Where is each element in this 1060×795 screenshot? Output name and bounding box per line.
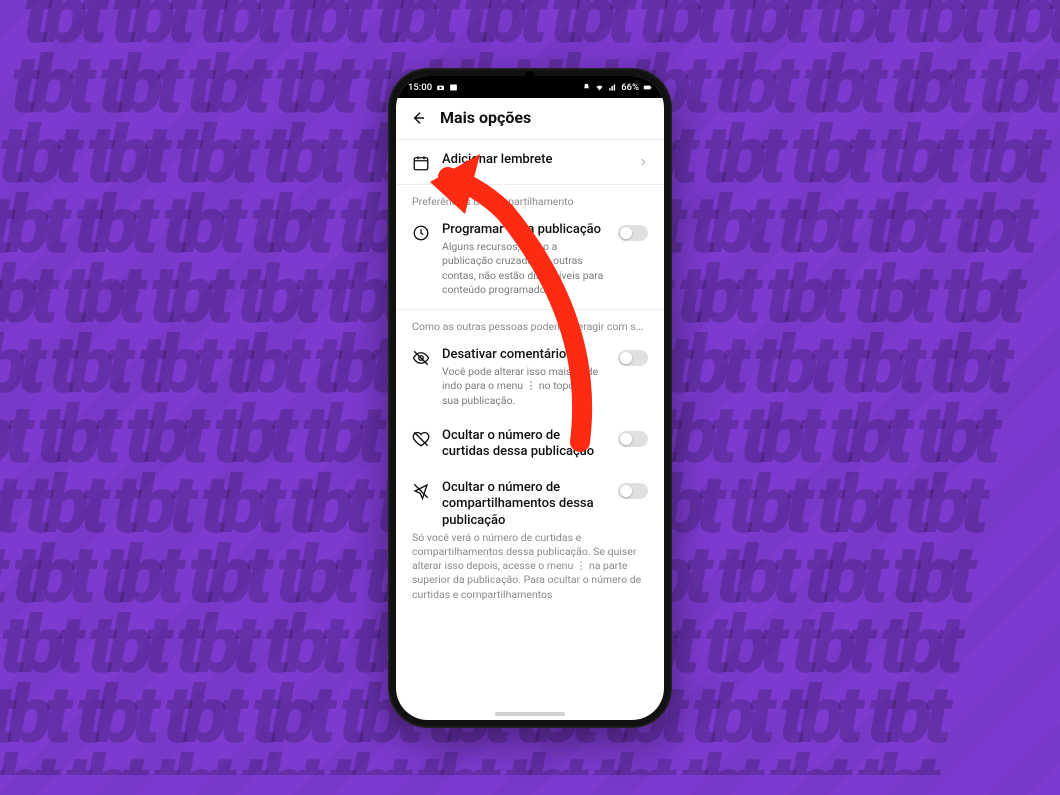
divider (396, 309, 664, 310)
battery-icon (643, 83, 652, 92)
status-time: 15:00 (408, 82, 432, 93)
signal-icon (608, 83, 617, 92)
battery-text: 66% (621, 82, 639, 93)
add-reminder-row[interactable]: Adicionar lembrete (396, 142, 664, 182)
image-icon (449, 83, 458, 92)
header: Mais opções (396, 98, 664, 137)
schedule-sub: Alguns recursos, como a publicação cruza… (442, 240, 606, 297)
hide-shares-row[interactable]: Ocultar o número de compartilhamentos de… (396, 470, 664, 531)
screen: 15:00 66% Mais opções Adicionar lembrete (396, 76, 664, 720)
disable-comments-sub: Você pode alterar isso mais tarde indo p… (442, 365, 606, 408)
wifi-icon (595, 83, 604, 92)
divider (396, 184, 664, 185)
page-title: Mais opções (440, 108, 531, 127)
hide-likes-title: Ocultar o número de curtidas dessa publi… (442, 428, 606, 461)
hide-likes-toggle[interactable] (618, 431, 648, 447)
phone-frame: 15:00 66% Mais opções Adicionar lembrete (388, 68, 672, 728)
schedule-toggle[interactable] (618, 225, 648, 241)
schedule-row[interactable]: Programar essa publicação Alguns recurso… (396, 212, 664, 307)
eye-off-icon (412, 349, 430, 367)
section-share-label: Preferências de compartilhamento (396, 187, 664, 212)
calendar-icon (412, 154, 430, 172)
share-off-icon (412, 482, 430, 500)
home-indicator[interactable] (495, 712, 565, 716)
camera-icon (436, 83, 445, 92)
camera-notch (525, 71, 535, 81)
back-icon[interactable] (410, 110, 426, 126)
disable-comments-title: Desativar comentários (442, 347, 606, 363)
disable-comments-row[interactable]: Desativar comentários Você pode alterar … (396, 337, 664, 418)
add-reminder-label: Adicionar lembrete (442, 152, 626, 168)
section-interact-label: Como as outras pessoas podem interagir c… (396, 312, 664, 337)
silent-icon (582, 83, 591, 92)
clock-icon (412, 224, 430, 242)
divider (396, 139, 664, 140)
disable-comments-toggle[interactable] (618, 350, 648, 366)
hide-likes-row[interactable]: Ocultar o número de curtidas dessa publi… (396, 418, 664, 471)
heart-off-icon (412, 430, 430, 448)
chevron-right-icon (638, 157, 648, 167)
schedule-title: Programar essa publicação (442, 222, 606, 238)
hide-shares-title: Ocultar o número de compartilhamentos de… (442, 480, 606, 529)
footer-note: Só você verá o número de curtidas e comp… (396, 531, 664, 608)
hide-shares-toggle[interactable] (618, 483, 648, 499)
